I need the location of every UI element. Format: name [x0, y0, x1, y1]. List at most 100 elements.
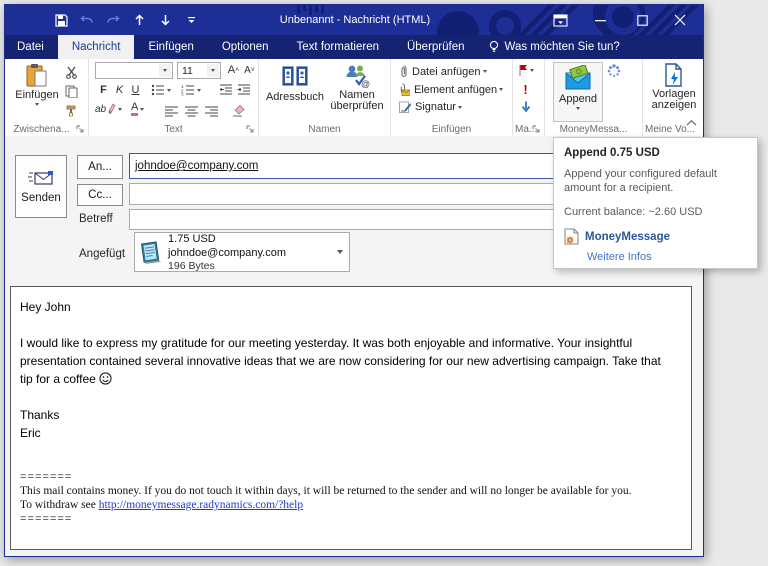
body-thanks: Thanks	[20, 408, 60, 422]
moneymessage-brand-icon	[564, 228, 579, 245]
paperclip-icon	[401, 65, 407, 78]
address-book-button[interactable]: Adressbuch	[265, 64, 325, 103]
attachment-size: 196 Bytes	[168, 259, 215, 272]
svg-text:@: @	[361, 79, 370, 88]
attach-item-icon	[400, 83, 410, 96]
copy-icon[interactable]	[63, 83, 80, 99]
text-dialog-launcher-icon[interactable]	[246, 125, 255, 134]
cc-button[interactable]: Cc...	[77, 184, 123, 206]
italic-button[interactable]: K	[111, 82, 128, 98]
font-size-combo[interactable]: 11	[177, 62, 221, 79]
save-icon[interactable]	[53, 12, 69, 28]
paste-button[interactable]: Einfügen	[15, 63, 59, 106]
bullet-list-button[interactable]	[151, 84, 171, 96]
minimize-button[interactable]	[585, 5, 615, 35]
attached-label: Angefügt	[79, 248, 126, 260]
footer-divider-bottom: =======	[20, 513, 73, 525]
titlebar-art-ring	[489, 10, 521, 35]
names-group: Adressbuch @ Namen überprüfen Namen	[259, 59, 391, 136]
high-importance-button[interactable]: !	[517, 81, 534, 97]
follow-up-flag-button[interactable]	[518, 64, 534, 76]
text-group-label: Text	[164, 124, 183, 135]
shrink-font-icon[interactable]: A ˅	[241, 62, 258, 78]
show-templates-label-2: anzeigen	[651, 99, 697, 111]
clipboard-icon	[26, 64, 47, 87]
ribbon-display-options-icon[interactable]	[545, 5, 575, 35]
window-title: Unbenannt - Nachricht (HTML)	[279, 14, 431, 26]
clear-formatting-icon[interactable]	[231, 103, 248, 119]
tab-datei[interactable]: Datei	[5, 35, 58, 59]
show-templates-button[interactable]: Vorlagen anzeigen	[649, 63, 699, 111]
highlight-button[interactable]: ab	[95, 103, 123, 115]
check-names-button[interactable]: @ Namen überprüfen	[327, 64, 387, 112]
align-right-icon[interactable]	[203, 103, 220, 119]
signature-button[interactable]: Signatur	[399, 101, 462, 113]
paste-label: Einfügen	[15, 89, 59, 101]
grow-font-icon[interactable]: A ˄	[225, 62, 242, 78]
increase-indent-icon[interactable]	[235, 82, 252, 98]
align-left-icon[interactable]	[163, 103, 180, 119]
highlight-ab-label: ab	[95, 103, 107, 115]
outlook-compose-window: Unbenannt - Nachricht (HTML) Datei Nachr…	[4, 4, 704, 557]
clipboard-group: Einfügen Zwischena...	[5, 59, 89, 136]
send-button[interactable]: Senden	[15, 155, 67, 218]
tooltip-more-info-link[interactable]: Weitere Infos	[587, 251, 747, 263]
smile-emoji-icon	[99, 372, 112, 385]
body-paragraph: I would like to express my gratitude for…	[20, 336, 661, 386]
close-button[interactable]	[665, 5, 695, 35]
attach-item-button[interactable]: Element anfügen	[399, 83, 504, 96]
tab-nachricht[interactable]: Nachricht	[57, 35, 135, 59]
attachment-chip[interactable]: 1.75 USD johndoe@company.com 196 Bytes	[134, 232, 350, 272]
format-painter-icon[interactable]	[63, 102, 80, 118]
attach-file-button[interactable]: Datei anfügen	[399, 65, 487, 78]
tab-einfuegen[interactable]: Einfügen	[134, 35, 207, 59]
tab-text-formatieren[interactable]: Text formatieren	[283, 35, 393, 59]
font-color-button[interactable]: A	[131, 102, 145, 116]
font-color-a-label: A	[131, 102, 139, 116]
append-button[interactable]: Append	[553, 62, 603, 122]
align-center-icon[interactable]	[183, 103, 200, 119]
tags-dialog-launcher-icon[interactable]	[532, 125, 541, 134]
clipboard-dialog-launcher-icon[interactable]	[76, 125, 85, 134]
to-recipient[interactable]: johndoe@company.com	[135, 160, 258, 172]
paste-caret-icon	[35, 103, 39, 106]
attach-item-label: Element anfügen	[414, 83, 498, 96]
send-envelope-icon	[28, 170, 53, 185]
tooltip-balance: Current balance: ~2.60 USD	[564, 206, 703, 218]
attachment-menu-caret-icon[interactable]	[337, 250, 343, 254]
attachment-notepad-icon	[140, 241, 161, 264]
customize-qat-icon[interactable]	[183, 12, 199, 28]
tab-ueberpruefen[interactable]: Überprüfen	[393, 35, 479, 59]
append-caret-icon	[576, 107, 580, 110]
font-name-combo[interactable]	[95, 62, 173, 79]
maximize-button[interactable]	[627, 5, 657, 35]
tell-me-box[interactable]: Was möchten Sie tun?	[479, 35, 630, 59]
ribbon-tab-bar: Datei Nachricht Einfügen Optionen Text f…	[5, 35, 703, 59]
undo-icon[interactable]	[79, 12, 95, 28]
cut-icon[interactable]	[63, 64, 80, 80]
lightbulb-icon	[489, 40, 498, 52]
move-down-icon[interactable]	[157, 12, 173, 28]
underline-button[interactable]: U	[127, 82, 144, 98]
low-importance-button[interactable]	[517, 99, 534, 115]
tooltip-description: Append your configured default amount fo…	[564, 168, 717, 194]
text-group: 11 A ˄ A ˅ F K U 123 ab A Text	[89, 59, 259, 136]
to-button[interactable]: An...	[77, 155, 123, 179]
redo-icon[interactable]	[105, 12, 121, 28]
check-names-icon: @	[346, 65, 370, 88]
tooltip-title: Append 0.75 USD	[564, 147, 660, 159]
font-size-value: 11	[182, 64, 193, 77]
titlebar: Unbenannt - Nachricht (HTML)	[5, 5, 703, 35]
message-body[interactable]: Hey John I would like to express my grat…	[10, 286, 692, 550]
bold-button[interactable]: F	[95, 82, 112, 98]
move-up-icon[interactable]	[131, 12, 147, 28]
numbered-list-button[interactable]: 123	[181, 84, 201, 96]
check-names-label: Namen überprüfen	[330, 89, 384, 112]
footer-divider-top: =======	[20, 471, 73, 483]
collapse-ribbon-icon[interactable]	[686, 119, 697, 127]
footer-withdraw-link[interactable]: http://moneymessage.radynamics.com/?help	[99, 499, 303, 511]
decrease-indent-icon[interactable]	[217, 82, 234, 98]
tab-optionen[interactable]: Optionen	[208, 35, 283, 59]
message-body-text: Hey John I would like to express my grat…	[20, 298, 675, 526]
quick-access-toolbar	[53, 5, 199, 35]
